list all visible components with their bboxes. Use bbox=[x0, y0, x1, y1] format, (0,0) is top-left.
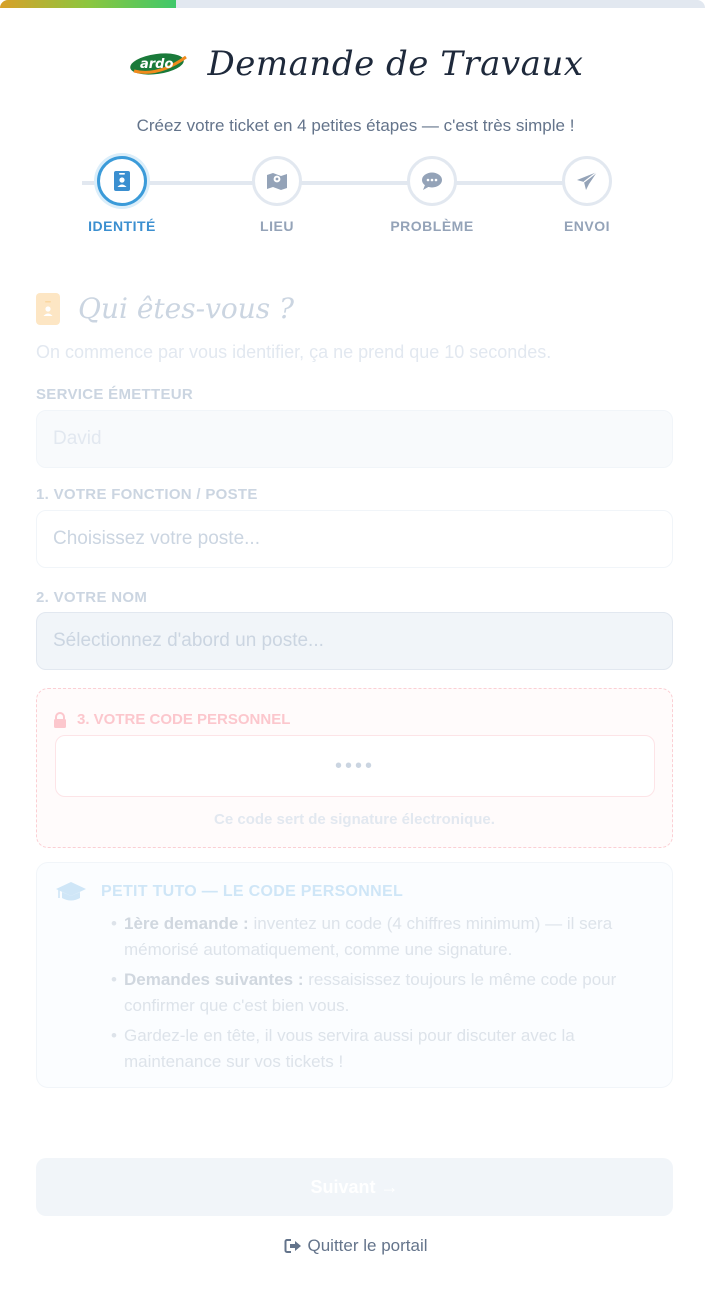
step-circle bbox=[562, 156, 612, 206]
step-envoi[interactable]: ENVOI bbox=[527, 156, 647, 234]
code-label-text: 3. VOTRE CODE PERSONNEL bbox=[77, 711, 291, 728]
tuto-box: PETIT TUTO — LE CODE PERSONNEL 1ère dema… bbox=[36, 862, 673, 1088]
section-subtitle: On commence par vous identifier, ça ne p… bbox=[36, 342, 552, 362]
progress-bar bbox=[0, 0, 705, 8]
tuto-item: 1ère demande : inventez un code (4 chiff… bbox=[111, 911, 651, 963]
tuto-item: Demandes suivantes : ressaisissez toujou… bbox=[111, 967, 651, 1019]
quit-label: Quitter le portail bbox=[307, 1236, 428, 1255]
section-header: Qui êtes-vous ? bbox=[36, 292, 294, 325]
next-button[interactable]: Suivant → bbox=[36, 1158, 673, 1216]
stepper: IDENTITÉ LIEU PROBLÈME ENVOI bbox=[0, 156, 711, 246]
map-icon bbox=[267, 173, 287, 190]
step-label: LIEU bbox=[260, 218, 294, 234]
step-label: IDENTITÉ bbox=[88, 218, 156, 234]
step-circle bbox=[407, 156, 457, 206]
header: ardo Demande de Travaux bbox=[0, 44, 711, 84]
subtitle: Créez votre ticket en 4 petites étapes —… bbox=[136, 116, 575, 135]
service-label: SERVICE ÉMETTEUR bbox=[36, 386, 194, 403]
fonction-label: 1. VOTRE FONCTION / POSTE bbox=[36, 486, 258, 503]
app-title: Demande de Travaux bbox=[207, 44, 584, 84]
ardo-logo: ardo bbox=[129, 53, 187, 75]
step-lieu[interactable]: LIEU bbox=[217, 156, 337, 234]
id-badge-icon bbox=[114, 171, 130, 191]
nom-select[interactable]: Sélectionnez d'abord un poste... bbox=[36, 612, 673, 670]
id-card-icon bbox=[36, 292, 60, 325]
step-probleme[interactable]: PROBLÈME bbox=[372, 156, 492, 234]
step-circle bbox=[252, 156, 302, 206]
step-identite[interactable]: IDENTITÉ bbox=[62, 156, 182, 234]
fonction-select[interactable]: Choisissez votre poste... bbox=[36, 510, 673, 568]
quit-link[interactable]: Quitter le portail bbox=[0, 1236, 711, 1256]
step-label: ENVOI bbox=[563, 218, 611, 234]
sign-out-icon bbox=[284, 1239, 301, 1253]
lock-icon bbox=[54, 711, 66, 728]
comment-icon bbox=[422, 172, 442, 190]
graduation-cap-icon bbox=[56, 882, 86, 901]
progress-fill bbox=[0, 0, 177, 8]
nom-label: 2. VOTRE NOM bbox=[36, 589, 148, 606]
step-label: PROBLÈME bbox=[390, 218, 474, 234]
code-label: 3. VOTRE CODE PERSONNEL bbox=[53, 711, 290, 728]
code-input[interactable]: •••• bbox=[55, 735, 655, 797]
tuto-item: Gardez-le en tête, il vous servira aussi… bbox=[111, 1023, 651, 1075]
tuto-title: PETIT TUTO — LE CODE PERSONNEL bbox=[101, 883, 404, 900]
code-section: 3. VOTRE CODE PERSONNEL •••• Ce code ser… bbox=[36, 688, 673, 848]
code-note: Ce code sert de signature électronique. bbox=[214, 811, 495, 828]
paper-plane-icon bbox=[577, 171, 598, 190]
logo-text: ardo bbox=[140, 57, 173, 72]
step-circle bbox=[97, 156, 147, 206]
tuto-header: PETIT TUTO — LE CODE PERSONNEL bbox=[55, 881, 403, 903]
service-field: David bbox=[36, 410, 673, 468]
tuto-list: 1ère demande : inventez un code (4 chiff… bbox=[111, 911, 651, 1079]
section-title: Qui êtes-vous ? bbox=[78, 292, 295, 325]
